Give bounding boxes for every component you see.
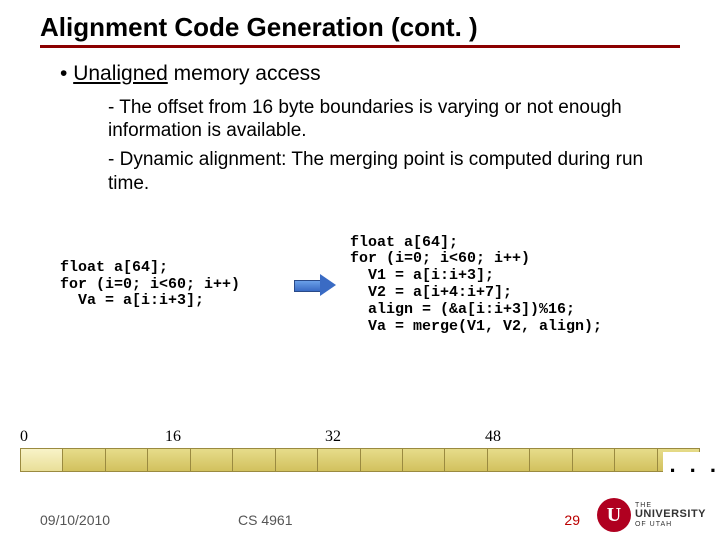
bullet-unaligned: • Unaligned memory access [60, 62, 680, 86]
code-block-right: float a[64]; for (i=0; i<60; i++) V1 = a… [350, 235, 602, 336]
tick-0: 0 [20, 428, 28, 446]
mem-cell [573, 449, 615, 471]
mem-cell [361, 449, 403, 471]
memory-strip: 0 16 32 48 [20, 428, 700, 472]
logo-u-icon: U [597, 498, 631, 532]
mem-cell [615, 449, 657, 471]
bullet-prefix: • [60, 62, 73, 85]
footer-course: CS 4961 [238, 512, 292, 528]
mem-cell [191, 449, 233, 471]
mem-cell [233, 449, 275, 471]
mem-cell [530, 449, 572, 471]
mem-cell [21, 449, 63, 471]
ellipsis: . . . [663, 452, 720, 478]
slide-title: Alignment Code Generation (cont. ) [40, 12, 680, 48]
arrow-icon [294, 276, 336, 294]
university-logo: U THE UNIVERSITY OF UTAH [597, 498, 706, 532]
bullet-rest: memory access [168, 62, 321, 85]
footer-date: 09/10/2010 [40, 512, 110, 528]
mem-cell [63, 449, 105, 471]
sub-point-1: - The offset from 16 byte boundaries is … [108, 96, 660, 142]
tick-16: 16 [165, 428, 181, 446]
footer-page: 29 [564, 512, 580, 528]
mem-cell [148, 449, 190, 471]
logo-line3: OF UTAH [635, 521, 706, 528]
bullet-unaligned-word: Unaligned [73, 62, 168, 85]
code-block-left: float a[64]; for (i=0; i<60; i++) Va = a… [60, 260, 280, 310]
mem-cell [106, 449, 148, 471]
tick-32: 32 [325, 428, 341, 446]
mem-cell [403, 449, 445, 471]
sub-point-2: - Dynamic alignment: The merging point i… [108, 148, 660, 194]
tick-48: 48 [485, 428, 501, 446]
mem-cell [445, 449, 487, 471]
logo-line2: UNIVERSITY [635, 509, 706, 521]
mem-cell [488, 449, 530, 471]
mem-cell [318, 449, 360, 471]
mem-cell [276, 449, 318, 471]
